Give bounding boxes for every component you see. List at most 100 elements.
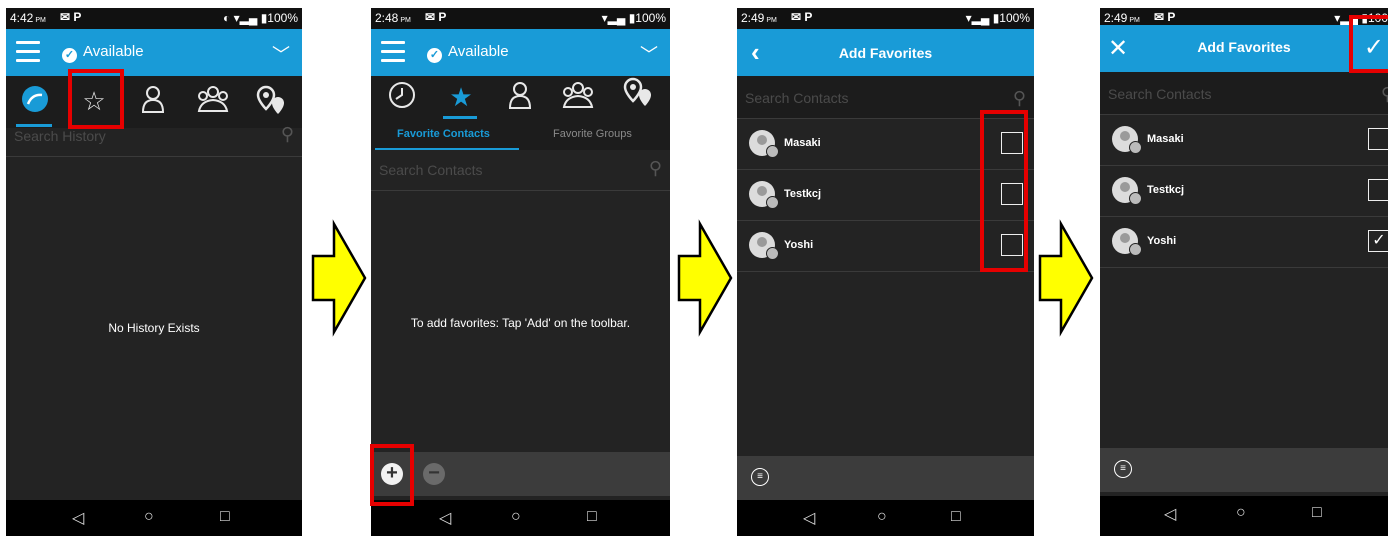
back-icon[interactable]: ◁ [439,508,451,528]
tab-contacts[interactable] [503,80,537,114]
screen-favorites: 2:48 PM ✉ P ▾▂▄ ▮100% ✓ Available ﹀ ★ Favo… [371,8,670,536]
recents-icon[interactable]: □ [951,508,961,526]
home-icon[interactable]: ○ [1236,504,1246,522]
avatar [749,181,779,209]
step-arrow-icon [1038,219,1094,337]
search-icon[interactable]: ⚲ [649,158,662,179]
highlight-checkboxes [980,110,1028,272]
tab-location[interactable] [621,76,655,110]
bottom-toolbar: ≡ [737,456,1034,500]
search-icon[interactable]: ⚲ [1013,88,1026,109]
history-icon [389,82,415,108]
contact-checkbox[interactable] [1368,128,1388,150]
contact-checkbox[interactable] [1368,179,1388,201]
location-pin-icon [256,85,284,114]
search-placeholder: Search Contacts [745,90,849,106]
search-contacts-input[interactable]: Search Contacts ⚲ [1100,72,1388,115]
chevron-down-icon[interactable]: ﹀ [640,41,658,67]
tab-groups[interactable] [196,84,230,118]
tab-favorite-groups[interactable]: Favorite Groups [553,128,632,140]
contact-name: Testkcj [1147,184,1185,196]
avatar [749,232,779,260]
avatar [1112,228,1142,256]
home-icon[interactable]: ○ [144,508,154,526]
empty-message: To add favorites: Tap 'Add' on the toolb… [410,316,631,330]
app-header: ✓ Available ﹀ [371,29,670,76]
highlight-confirm-button [1349,15,1388,73]
app-header: ✓ Available ﹀ [6,29,302,76]
page-title: Add Favorites [838,45,933,61]
tab-history[interactable] [385,80,419,114]
chevron-down-icon[interactable]: ﹀ [272,41,290,67]
search-placeholder: Search History [14,128,106,144]
filter-icon[interactable]: ≡ [1114,460,1132,478]
back-icon[interactable]: ◁ [72,508,84,528]
screen-history: 4:42 PM ✉ P ◐ ▾▂▄ ▮100% ✓ Available ﹀ ☆ Se… [6,8,302,536]
highlight-add-button [370,444,414,506]
notification-icons: ✉ P [791,10,813,24]
favorites-subtabs: Favorite Contacts Favorite Groups [371,120,670,150]
highlight-favorites-tab [68,69,124,129]
contact-row[interactable]: Testkcj [1100,166,1388,217]
contact-icon [141,86,165,113]
contact-checkbox-checked[interactable]: ✓ [1368,230,1388,252]
search-placeholder: Search Contacts [1108,86,1212,102]
step-arrow-icon [677,219,733,337]
back-icon[interactable]: ◁ [1164,504,1176,524]
home-icon[interactable]: ○ [877,508,887,526]
back-icon[interactable]: ◁ [803,508,815,528]
tab-contacts[interactable] [136,84,170,118]
menu-icon[interactable] [381,41,405,63]
step-arrow-icon [311,219,367,337]
available-check-icon: ✓ [62,48,77,63]
tab-favorites[interactable]: ★ [444,80,478,114]
status-time: 2:49 [1104,11,1128,25]
contact-row[interactable]: Masaki [1100,115,1388,166]
search-contacts-input[interactable]: Search Contacts ⚲ [371,150,670,191]
bottom-toolbar: + − [371,452,670,496]
main-tabs: ★ [371,76,670,120]
app-header: ✕ Add Favorites ✓ [1100,25,1388,72]
menu-icon[interactable] [16,41,40,63]
search-icon[interactable]: ⚲ [1381,84,1388,105]
search-history-input[interactable]: Search History ⚲ [6,116,302,157]
tab-favorite-contacts[interactable]: Favorite Contacts [397,128,490,140]
location-pin-icon [623,77,651,106]
tab-history[interactable] [18,84,52,118]
status-time: 4:42 [10,11,34,25]
bottom-toolbar: ≡ [1100,448,1388,492]
status-ampm: PM [400,17,411,24]
presence-selector[interactable]: ✓ Available [62,43,144,63]
tab-groups[interactable] [561,80,595,114]
android-nav-bar: ◁ ○ □ [371,500,670,536]
status-bar: 2:48 PM ✉ P ▾▂▄ ▮100% [371,8,670,29]
history-icon [22,86,48,112]
avatar [1112,126,1142,154]
android-nav-bar: ◁ ○ □ [1100,496,1388,536]
recents-icon[interactable]: □ [587,508,597,526]
notification-icons: ✉ P [60,10,82,24]
group-icon [562,82,594,108]
empty-message: No History Exists [108,321,200,335]
contact-row[interactable]: Yoshi ✓ [1100,217,1388,268]
screen-add-favorites: 2:49 PM ✉ P ▾▂▄ ▮100% ‹ Add Favorites Sea… [737,8,1034,536]
filter-icon[interactable]: ≡ [751,468,769,486]
page-title: Add Favorites [1197,39,1291,55]
available-check-icon: ✓ [427,48,442,63]
status-time: 2:49 [741,11,765,25]
search-placeholder: Search Contacts [379,162,483,178]
tab-location[interactable] [254,84,288,118]
presence-label: Available [448,43,509,60]
status-bar: 4:42 PM ✉ P ◐ ▾▂▄ ▮100% [6,8,302,29]
presence-selector[interactable]: ✓ Available [427,43,509,63]
contact-name: Masaki [1147,133,1184,145]
app-header: ‹ Add Favorites [737,29,1034,76]
search-icon[interactable]: ⚲ [281,124,294,145]
contact-name: Yoshi [784,239,814,251]
android-nav-bar: ◁ ○ □ [6,500,302,536]
home-icon[interactable]: ○ [511,508,521,526]
recents-icon[interactable]: □ [1312,504,1322,522]
remove-button[interactable]: − [423,463,445,485]
notification-icons: ✉ P [1154,10,1176,24]
recents-icon[interactable]: □ [220,508,230,526]
